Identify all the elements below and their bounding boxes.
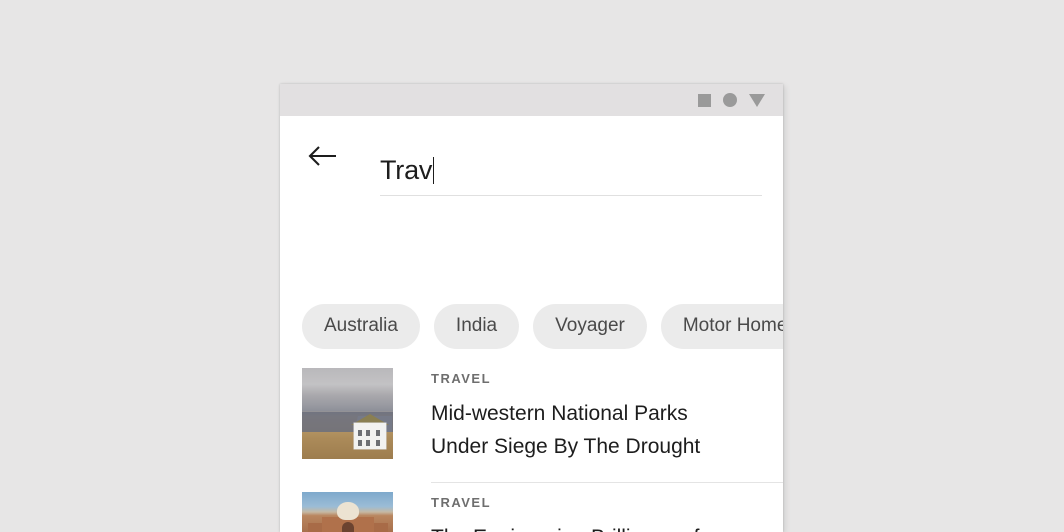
house-shape bbox=[354, 423, 386, 449]
article-thumbnail bbox=[302, 368, 393, 459]
search-field-underline bbox=[380, 195, 762, 196]
back-button[interactable] bbox=[303, 136, 343, 176]
article-kicker: TRAVEL bbox=[431, 495, 492, 510]
search-input-value: Trav bbox=[380, 155, 433, 185]
square-icon[interactable] bbox=[698, 93, 711, 107]
article-headline[interactable]: Mid-western National Parks Under Siege B… bbox=[431, 397, 741, 463]
system-nav-icons bbox=[698, 93, 765, 107]
window-shape bbox=[366, 440, 370, 446]
chip-label: Motor Homes bbox=[682, 315, 783, 336]
chip-label: Voyager bbox=[555, 315, 625, 336]
article-text: TRAVEL The Engineering Brilliance of Ind… bbox=[393, 492, 741, 532]
tomb-arch-shape bbox=[342, 522, 354, 532]
chip-voyager[interactable]: Voyager bbox=[533, 303, 647, 349]
window-shape bbox=[358, 440, 362, 446]
chip-australia[interactable]: Australia bbox=[302, 303, 420, 349]
article-headline[interactable]: The Engineering Brilliance of India’s Mo… bbox=[431, 521, 741, 532]
window-shape bbox=[358, 430, 362, 436]
article-text: TRAVEL Mid-western National Parks Under … bbox=[393, 368, 741, 483]
article-kicker: TRAVEL bbox=[431, 371, 492, 386]
chip-label: Australia bbox=[324, 315, 398, 336]
window-shape bbox=[376, 430, 380, 436]
app-panel: Trav Australia India Voyager Motor Homes bbox=[280, 84, 783, 532]
window-shape bbox=[366, 430, 370, 436]
chip-label: India bbox=[455, 315, 498, 336]
arrow-left-icon bbox=[308, 146, 336, 166]
search-bar: Trav bbox=[280, 116, 783, 196]
suggestion-chips: Australia India Voyager Motor Homes bbox=[280, 303, 783, 349]
tomb-dome-shape bbox=[337, 502, 359, 520]
circle-icon[interactable] bbox=[723, 93, 737, 107]
search-field-wrapper[interactable]: Trav bbox=[380, 150, 762, 200]
screen: Trav Australia India Voyager Motor Homes bbox=[0, 0, 1064, 532]
chip-motor-homes[interactable]: Motor Homes bbox=[660, 303, 783, 349]
search-input[interactable]: Trav bbox=[380, 150, 762, 190]
window-shape bbox=[376, 440, 380, 446]
triangle-down-icon[interactable] bbox=[749, 93, 765, 107]
text-caret bbox=[433, 157, 435, 184]
tomb-wing-shape bbox=[372, 523, 388, 532]
list-item[interactable]: TRAVEL Mid-western National Parks Under … bbox=[280, 359, 783, 483]
article-thumbnail bbox=[302, 492, 393, 532]
list-item[interactable]: TRAVEL The Engineering Brilliance of Ind… bbox=[280, 483, 783, 532]
system-navigation-bar bbox=[280, 84, 783, 116]
chip-india[interactable]: India bbox=[433, 303, 520, 349]
search-results-list[interactable]: TRAVEL Mid-western National Parks Under … bbox=[280, 359, 783, 532]
